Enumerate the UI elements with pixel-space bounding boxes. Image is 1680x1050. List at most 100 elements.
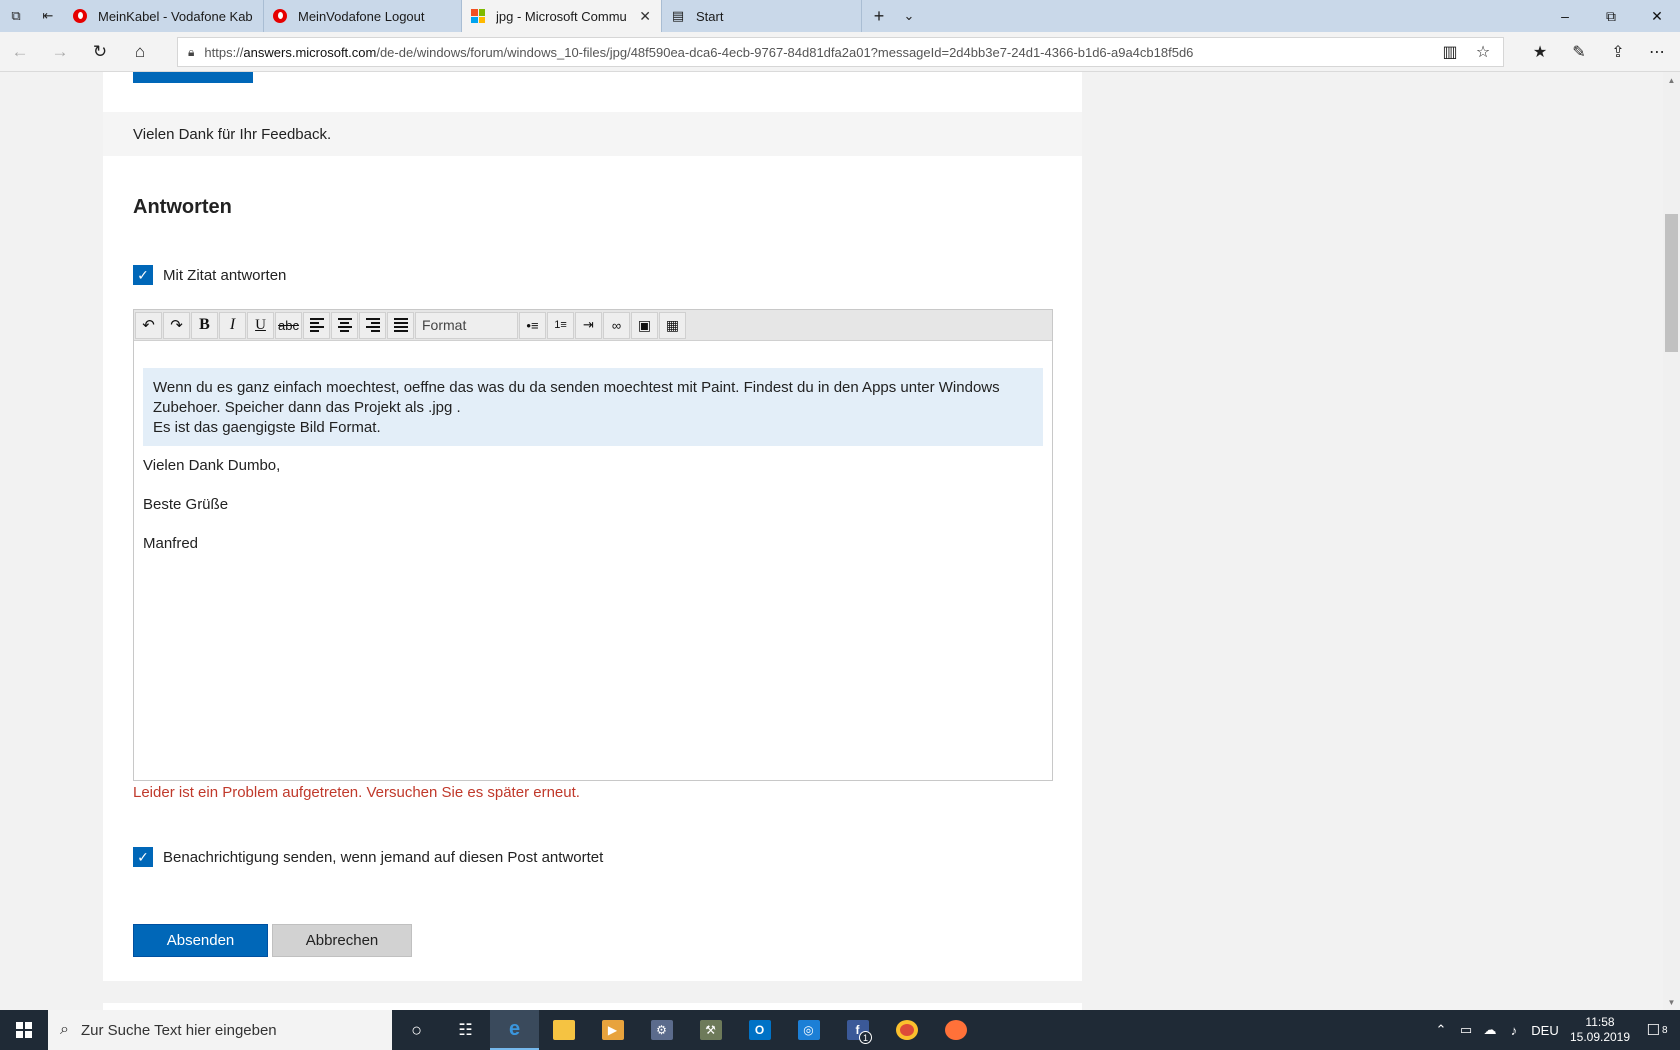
reply-line: Manfred: [143, 535, 199, 552]
url-path: /de-de/windows/forum/windows_10-files/jp…: [376, 44, 1194, 60]
clock[interactable]: 11:58 15.09.2019: [1562, 1010, 1638, 1050]
favorites-hub-icon[interactable]: ★: [1524, 36, 1556, 68]
clock-date: 15.09.2019: [1569, 1030, 1631, 1044]
tab-title: MeinVodafone Logout: [298, 8, 425, 24]
start-button[interactable]: [0, 1010, 48, 1050]
numbered-list-icon[interactable]: 1≡: [547, 311, 574, 339]
tab-start[interactable]: ▤ Start: [662, 0, 862, 32]
reply-text[interactable]: Vielen Dank Dumbo, Beste Grüße Manfred: [143, 456, 280, 573]
set-aside-tabs-icon[interactable]: ⇤: [32, 0, 64, 32]
bullet-list-icon[interactable]: •≡: [519, 311, 546, 339]
chrome-icon[interactable]: [882, 1010, 931, 1050]
link-icon[interactable]: ∞: [603, 311, 630, 339]
share-icon[interactable]: ⇪: [1602, 36, 1634, 68]
windows-logo-icon: [16, 1022, 32, 1038]
favorite-star-icon[interactable]: ☆: [1467, 36, 1499, 68]
edge-icon[interactable]: e: [490, 1010, 539, 1050]
cancel-button[interactable]: Abbrechen: [272, 924, 412, 957]
action-center-icon[interactable]: ☐ 8: [1640, 1010, 1674, 1050]
url-input[interactable]: 🔒︎ https://answers.microsoft.com/de-de/w…: [177, 37, 1504, 67]
show-hidden-icons-icon[interactable]: ⌃: [1431, 1010, 1451, 1050]
app-icon-1[interactable]: ⚙: [637, 1010, 686, 1050]
bold-button[interactable]: B: [191, 311, 218, 339]
volume-icon[interactable]: ♪: [1502, 1010, 1526, 1050]
new-tab-icon[interactable]: +: [862, 0, 896, 32]
home-icon[interactable]: ⌂: [124, 36, 156, 68]
microsoft-icon: [470, 8, 486, 24]
undo-icon[interactable]: ↶: [135, 311, 162, 339]
submit-button[interactable]: Absenden: [133, 924, 268, 957]
url-prefix: https://: [204, 44, 244, 60]
quote-line: Es ist das gaengigste Bild Format.: [153, 419, 381, 436]
redo-icon[interactable]: ↷: [163, 311, 190, 339]
scroll-down-icon[interactable]: ▼: [1663, 996, 1680, 1008]
scrollbar-thumb[interactable]: [1665, 214, 1678, 352]
close-window-icon[interactable]: ✕: [1634, 0, 1680, 32]
app-icon-2[interactable]: ⚒: [686, 1010, 735, 1050]
cortana-icon[interactable]: ○: [392, 1010, 441, 1050]
onedrive-icon[interactable]: ☁: [1478, 1010, 1502, 1050]
notify-checkbox[interactable]: ✓: [133, 847, 153, 867]
instagram-icon[interactable]: ◎: [784, 1010, 833, 1050]
search-placeholder: Zur Suche Text hier eingeben: [80, 1021, 277, 1039]
windows-taskbar: ⌕ Zur Suche Text hier eingeben ○ ☷ e ▶ ⚙…: [0, 1010, 1680, 1050]
italic-button[interactable]: I: [219, 311, 246, 339]
table-icon[interactable]: ▦: [659, 311, 686, 339]
underline-button[interactable]: U: [247, 311, 274, 339]
format-select[interactable]: Format: [415, 311, 518, 339]
reply-line: Vielen Dank Dumbo,: [143, 457, 281, 474]
facebook-badge: 1: [859, 1031, 872, 1044]
forward-icon[interactable]: →: [44, 36, 76, 68]
reply-editor[interactable]: ↶ ↷ B I U abc Format •≡ 1≡ ⇥ ∞ ▣ ▦ Wenn …: [133, 309, 1053, 781]
notify-checkbox-label: Benachrichtigung senden, wenn jemand auf…: [163, 848, 604, 866]
page-viewport: Vielen Dank für Ihr Feedback. Antworten …: [0, 72, 1663, 1010]
tab-title: jpg - Microsoft Commu: [496, 8, 627, 24]
quote-checkbox-label: Mit Zitat antworten: [163, 266, 287, 284]
task-view-icon[interactable]: ☷: [441, 1010, 490, 1050]
tab-meinvodafone-logout[interactable]: MeinVodafone Logout: [264, 0, 462, 32]
page-title: Antworten: [133, 196, 232, 218]
quote-checkbox-row[interactable]: ✓ Mit Zitat antworten: [133, 265, 286, 285]
tab-sets-icon[interactable]: ⧉: [0, 0, 32, 32]
language-indicator[interactable]: DEU: [1530, 1010, 1560, 1050]
tab-meinkabel[interactable]: MeinKabel - Vodafone Kabe: [64, 0, 264, 32]
quote-checkbox[interactable]: ✓: [133, 265, 153, 285]
refresh-icon[interactable]: ↻: [84, 36, 116, 68]
notify-checkbox-row[interactable]: ✓ Benachrichtigung senden, wenn jemand a…: [133, 847, 603, 867]
restore-icon[interactable]: ⧉: [1588, 0, 1634, 32]
indent-icon[interactable]: ⇥: [575, 311, 602, 339]
url-domain: answers.microsoft.com: [243, 44, 377, 60]
minimize-icon[interactable]: –: [1542, 0, 1588, 32]
error-message: Leider ist ein Problem aufgetreten. Vers…: [133, 784, 580, 801]
quote-line: Wenn du es ganz einfach moechtest, oeffn…: [153, 379, 1000, 396]
facebook-icon[interactable]: f 1: [833, 1010, 882, 1050]
taskbar-search-input[interactable]: ⌕ Zur Suche Text hier eingeben: [48, 1010, 392, 1050]
page-scrollbar[interactable]: [1663, 72, 1680, 1010]
back-icon[interactable]: ←: [4, 36, 36, 68]
tab-jpg-microsoft-community[interactable]: jpg - Microsoft Commu ✕: [462, 0, 662, 32]
browser-tab-bar: ⧉ ⇤ MeinKabel - Vodafone Kabe MeinVodafo…: [0, 0, 1680, 32]
reading-view-icon[interactable]: ▥: [1434, 36, 1466, 68]
firefox-icon[interactable]: [931, 1010, 980, 1050]
previous-button-stub[interactable]: [133, 72, 253, 83]
justify-icon[interactable]: [387, 311, 414, 339]
scroll-up-icon[interactable]: ▲: [1663, 74, 1680, 86]
align-center-icon[interactable]: [331, 311, 358, 339]
image-icon[interactable]: ▣: [631, 311, 658, 339]
outlook-icon[interactable]: O: [735, 1010, 784, 1050]
file-explorer-icon[interactable]: [539, 1010, 588, 1050]
align-left-icon[interactable]: [303, 311, 330, 339]
start-page-icon: ▤: [671, 8, 685, 23]
more-menu-icon[interactable]: ⋯: [1641, 36, 1673, 68]
quoted-text: Wenn du es ganz einfach moechtest, oeffn…: [143, 368, 1043, 446]
pen-notes-icon[interactable]: ✎: [1563, 36, 1595, 68]
strikethrough-button[interactable]: abc: [275, 311, 302, 339]
tab-preview-chevron-icon[interactable]: ⌄: [896, 0, 922, 32]
address-bar-row: ← → ↻ ⌂ 🔒︎ https://answers.microsoft.com…: [0, 32, 1680, 72]
media-player-icon[interactable]: ▶: [588, 1010, 637, 1050]
align-right-icon[interactable]: [359, 311, 386, 339]
close-tab-icon[interactable]: ✕: [639, 8, 651, 25]
next-card-edge: [103, 1003, 1082, 1010]
network-icon[interactable]: ▭: [1454, 1010, 1478, 1050]
quote-line: Zubehoer. Speicher dann das Projekt als …: [153, 399, 461, 416]
